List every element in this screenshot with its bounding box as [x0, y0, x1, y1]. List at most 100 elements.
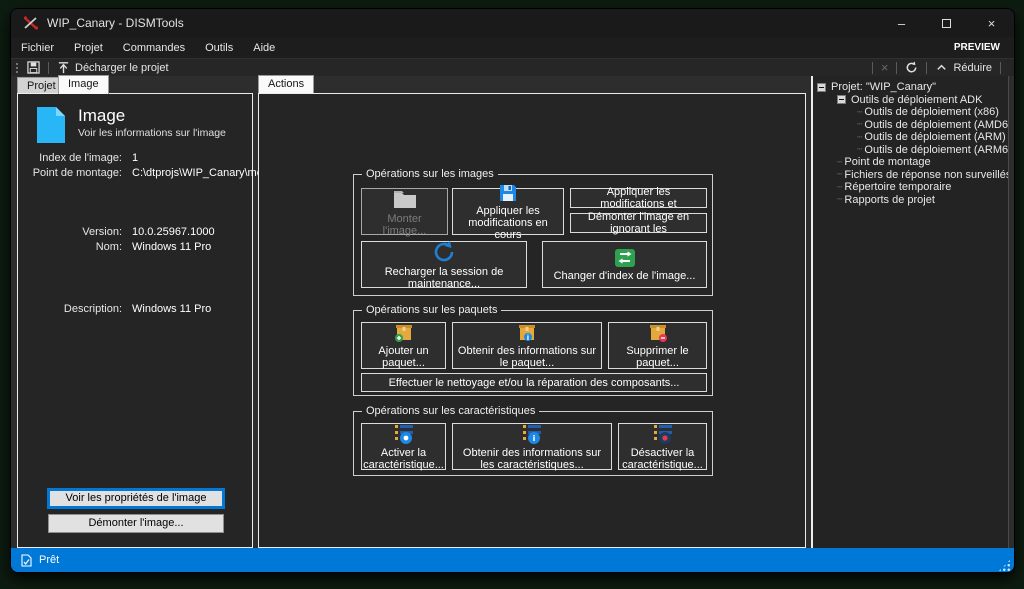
tree-close-button[interactable]: ×	[878, 59, 892, 77]
svg-text:i: i	[527, 334, 529, 342]
group-feature-operations: Opérations sur les caractéristiques Acti…	[353, 411, 713, 476]
status-text: Prêt	[39, 554, 59, 566]
save-project-button[interactable]	[24, 59, 43, 77]
image-document-icon	[36, 106, 66, 144]
mount-image-button[interactable]: Monter l'image...	[361, 188, 448, 235]
close-tree-icon: ×	[881, 60, 889, 75]
unload-project-button[interactable]: Décharger le projet	[54, 59, 172, 77]
tree-node-deploy-amd64[interactable]: ┄ Outils de déploiement (AMD64)	[817, 119, 1008, 132]
collapse-expander-icon[interactable]	[817, 83, 826, 92]
button-label: Obtenir des informations sur les caracté…	[456, 447, 608, 471]
get-feature-info-button[interactable]: i Obtenir des informations sur les carac…	[452, 423, 612, 470]
svg-text:i: i	[533, 434, 536, 443]
resize-grip[interactable]	[998, 559, 1011, 572]
tree-guide: ┄	[857, 119, 862, 130]
save-icon	[27, 61, 40, 74]
feature-info-icon: i	[520, 423, 544, 445]
unload-project-icon	[57, 61, 70, 74]
group-package-operations: Opérations sur les paquets Ajouter un pa…	[353, 310, 713, 396]
menu-projet[interactable]: Projet	[64, 39, 113, 57]
button-label: Monter l'image...	[365, 213, 444, 237]
tree-node-deploy-arm64[interactable]: ┄ Outils de déploiement (ARM64)	[817, 144, 1008, 157]
menu-bar: Fichier Projet Commandes Outils Aide PRE…	[11, 37, 1014, 58]
tree-guide: ┄	[837, 182, 842, 193]
discard-and-unmount-button[interactable]: Démonter l'image en ignorant les	[570, 213, 707, 233]
tree-node-temp-dir[interactable]: ┄ Répertoire temporaire	[817, 181, 1008, 194]
minimize-button[interactable]: –	[879, 9, 924, 37]
collapse-label: Réduire	[953, 62, 992, 74]
field-label: Index de l'image:	[24, 151, 122, 166]
button-label: Appliquer les modifications en cours	[456, 205, 560, 241]
apply-changes-button[interactable]: Appliquer les modifications en cours	[452, 188, 564, 235]
remove-package-button[interactable]: Supprimer le paquet...	[608, 322, 707, 369]
tree-label: Outils de déploiement (x86)	[864, 106, 999, 118]
button-label: Désactiver la caractéristique...	[622, 447, 703, 471]
chevron-up-icon	[935, 61, 948, 74]
status-document-icon	[21, 554, 32, 567]
disable-feature-button[interactable]: Désactiver la caractéristique...	[618, 423, 707, 470]
actions-panel: Opérations sur les images Monter l'image…	[258, 93, 806, 548]
menu-commandes[interactable]: Commandes	[113, 39, 195, 57]
tree-label: Outils de déploiement (ARM64)	[864, 144, 1009, 156]
tree-node-adk[interactable]: Outils de déploiement ADK	[817, 94, 1008, 107]
toolbar-separator	[1000, 62, 1001, 74]
close-icon: ×	[988, 16, 996, 31]
tree-collapse-button[interactable]: Réduire	[932, 59, 995, 77]
project-tree-panel: Projet: "WIP_Canary" Outils de déploieme…	[811, 76, 1009, 548]
button-label: Démonter l'image en ignorant les	[574, 211, 703, 235]
tree-guide: ┄	[857, 132, 862, 143]
button-label: Changer d'index de l'image...	[554, 270, 696, 282]
status-bar: Prêt	[11, 548, 1014, 572]
group-title: Opérations sur les paquets	[362, 304, 501, 316]
tree-node-mount-point[interactable]: ┄ Point de montage	[817, 156, 1008, 169]
close-button[interactable]: ×	[969, 9, 1014, 37]
field-image-index: Index de l'image: 1	[24, 151, 278, 166]
group-title: Opérations sur les images	[362, 168, 498, 180]
toolbar-separator	[896, 62, 897, 74]
app-icon	[23, 15, 39, 31]
group-title: Opérations sur les caractéristiques	[362, 405, 539, 417]
field-value: C:\dtprojs\WIP_Canary\mount	[132, 166, 278, 181]
menu-aide[interactable]: Aide	[243, 39, 285, 57]
toolbar-grip[interactable]	[15, 62, 20, 74]
apply-and-unmount-button[interactable]: Appliquer les modifications et	[570, 188, 707, 208]
get-package-info-button[interactable]: i Obtenir des informations sur le paquet…	[452, 322, 602, 369]
package-remove-icon	[646, 323, 670, 343]
tree-node-project-reports[interactable]: ┄ Rapports de projet	[817, 194, 1008, 207]
tree-label: Outils de déploiement (ARM)	[864, 131, 1005, 143]
tree-root-project[interactable]: Projet: "WIP_Canary"	[817, 81, 1008, 94]
field-label: Nom:	[24, 240, 122, 255]
switch-image-index-button[interactable]: Changer d'index de l'image...	[542, 241, 707, 288]
reload-icon	[431, 240, 457, 264]
component-cleanup-button[interactable]: Effectuer le nettoyage et/ou la réparati…	[361, 373, 707, 392]
tree-node-deploy-arm[interactable]: ┄ Outils de déploiement (ARM)	[817, 131, 1008, 144]
unload-project-label: Décharger le projet	[75, 62, 169, 74]
tree-guide: ┄	[857, 144, 862, 155]
maximize-button[interactable]	[924, 9, 969, 37]
toolbar: Décharger le projet × Réduire	[11, 58, 1014, 76]
reload-servicing-session-button[interactable]: Recharger la session de maintenance...	[361, 241, 527, 288]
preview-badge: PREVIEW	[954, 42, 1000, 53]
view-image-properties-button[interactable]: Voir les propriétés de l'image	[48, 489, 224, 508]
field-label: Version:	[24, 225, 122, 240]
tree-node-answer-files[interactable]: ┄ Fichiers de réponse non surveillés	[817, 169, 1008, 182]
tree-refresh-button[interactable]	[902, 59, 921, 77]
collapse-expander-icon[interactable]	[837, 95, 846, 104]
add-package-button[interactable]: Ajouter un paquet...	[361, 322, 446, 369]
folder-icon	[392, 187, 418, 211]
field-value: 10.0.25967.1000	[132, 225, 215, 240]
tree-guide: ┄	[837, 157, 842, 168]
button-label: Recharger la session de maintenance...	[365, 266, 523, 290]
tab-image[interactable]: Image	[58, 75, 109, 94]
enable-feature-button[interactable]: Activer la caractéristique...	[361, 423, 446, 470]
toolbar-separator	[48, 62, 49, 74]
unmount-image-button[interactable]: Démonter l'image...	[48, 514, 224, 533]
menu-fichier[interactable]: Fichier	[11, 39, 64, 57]
field-value: Windows 11 Pro	[132, 302, 211, 317]
tree-guide: ┄	[837, 169, 842, 180]
button-label: Activer la caractéristique...	[363, 447, 444, 471]
tab-actions[interactable]: Actions	[258, 75, 314, 94]
menu-outils[interactable]: Outils	[195, 39, 243, 57]
tree-node-deploy-x86[interactable]: ┄ Outils de déploiement (x86)	[817, 106, 1008, 119]
tree-label: Outils de déploiement ADK	[851, 94, 982, 106]
